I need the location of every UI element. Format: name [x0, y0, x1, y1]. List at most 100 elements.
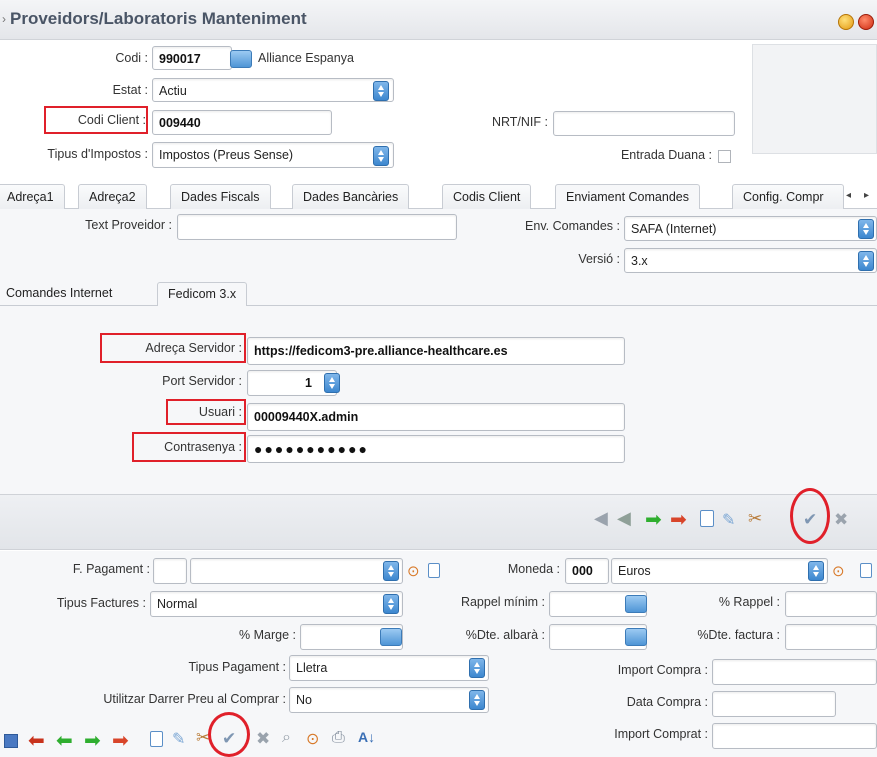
tipus-pagament-arrow-icon[interactable]: [469, 658, 485, 678]
tab-scroll-left-icon[interactable]: ◂: [846, 190, 851, 201]
estat-label: Estat :: [112, 83, 148, 97]
bottom-last-icon[interactable]: ➡: [112, 728, 129, 753]
contrasenya-label: Contrasenya :: [164, 440, 242, 454]
cancel-x-icon[interactable]: ✖: [834, 510, 848, 530]
tab-adreca1[interactable]: Adreça1: [0, 184, 65, 210]
import-compra-field[interactable]: [712, 659, 877, 685]
f-pagament-select[interactable]: [190, 558, 403, 584]
subtab-fedicom[interactable]: Fedicom 3.x: [157, 282, 248, 306]
adreca-servidor-label: Adreça Servidor :: [145, 341, 242, 355]
codi-lookup-button[interactable]: [230, 50, 252, 68]
pct-rappel-field[interactable]: [785, 591, 877, 617]
import-comprat-field[interactable]: [712, 723, 877, 749]
dte-albara-label: %Dte. albarà :: [465, 628, 545, 642]
rappel-minim-label: Rappel mínim :: [460, 595, 545, 609]
first-record-icon[interactable]: ◀: [594, 508, 608, 529]
tab-adreca2[interactable]: Adreça2: [78, 184, 147, 210]
versio-select[interactable]: 3.x: [624, 248, 877, 273]
bottom-search-icon[interactable]: ⌕: [282, 729, 291, 747]
tipus-factures-label: Tipus Factures :: [56, 596, 146, 610]
pct-rappel-label: % Rappel :: [718, 595, 780, 609]
pct-marge-button[interactable]: [380, 628, 402, 646]
usuari-label: Usuari :: [198, 405, 242, 419]
nrt-nif-label: NRT/NIF :: [491, 115, 548, 129]
f-pagament-code-field[interactable]: [153, 558, 187, 584]
close-icon[interactable]: [858, 14, 874, 30]
moneda-code-field[interactable]: 000: [565, 558, 609, 584]
adreca-servidor-field[interactable]: https://fedicom3-pre.alliance-healthcare…: [247, 337, 625, 365]
bottom-first-icon[interactable]: ⬅: [28, 728, 45, 753]
contrasenya-field[interactable]: ●●●●●●●●●●●: [247, 435, 625, 463]
dte-factura-label: %Dte. factura :: [697, 628, 780, 642]
bottom-confirm-highlight-circle: [208, 712, 250, 757]
bottom-lookup-icon[interactable]: ⊙: [306, 729, 319, 749]
edit-eraser-icon[interactable]: ✎: [722, 510, 735, 530]
versio-label: Versió :: [578, 252, 620, 266]
darrer-preu-select[interactable]: No: [289, 687, 489, 713]
tab-scroll-right-icon[interactable]: ▸: [864, 190, 869, 201]
last-record-icon[interactable]: ➡: [670, 507, 687, 532]
port-servidor-stepper-icon[interactable]: [324, 373, 340, 393]
codi-name: Alliance Espanya: [258, 51, 354, 65]
tipus-impostos-select[interactable]: Impostos (Preus Sense): [152, 142, 394, 168]
env-comandes-select[interactable]: SAFA (Internet): [624, 216, 877, 241]
bottom-edit-icon[interactable]: ✎: [172, 729, 185, 749]
usuari-field[interactable]: 00009440X.admin: [247, 403, 625, 431]
f-pagament-arrow-icon[interactable]: [383, 561, 399, 581]
codi-client-field[interactable]: 009440: [152, 110, 332, 135]
bottom-new-icon[interactable]: [150, 731, 163, 747]
next-record-icon[interactable]: ➡: [645, 507, 662, 532]
dte-factura-field[interactable]: [785, 624, 877, 650]
pct-marge-label: % Marge :: [239, 628, 296, 642]
text-proveidor-field[interactable]: [177, 214, 457, 240]
window-icon: ›: [2, 12, 6, 26]
tipus-pagament-select[interactable]: Lletra: [289, 655, 489, 681]
tab-config-compra[interactable]: Config. Compr: [732, 184, 844, 210]
moneda-select[interactable]: Euros: [611, 558, 828, 584]
rappel-minim-button[interactable]: [625, 595, 647, 613]
data-compra-field[interactable]: [712, 691, 836, 717]
moneda-arrow-icon[interactable]: [808, 561, 824, 581]
bottom-sort-icon[interactable]: A↓: [358, 729, 375, 745]
moneda-label: Moneda :: [507, 562, 560, 576]
moneda-search-icon[interactable]: ⊙: [832, 562, 845, 580]
entrada-duana-checkbox[interactable]: [718, 150, 731, 163]
grid-view-icon[interactable]: [4, 734, 18, 748]
codi-label: Codi :: [115, 51, 148, 65]
bottom-next-icon[interactable]: ➡: [84, 728, 101, 753]
subtab-comandes-internet[interactable]: Comandes Internet: [6, 286, 112, 300]
new-document-icon[interactable]: [700, 510, 714, 527]
port-servidor-label: Port Servidor :: [162, 374, 242, 388]
tipus-factures-select[interactable]: Normal: [150, 591, 403, 617]
cut-scissors-icon[interactable]: ✂: [748, 509, 762, 529]
bottom-print-icon[interactable]: ⎙: [332, 729, 345, 747]
import-comprat-label: Import Comprat :: [614, 727, 708, 741]
logo-image-placeholder: [752, 44, 877, 154]
estat-select[interactable]: Actiu: [152, 78, 394, 102]
env-comandes-arrow-icon[interactable]: [858, 219, 874, 239]
tipus-impostos-arrow-icon[interactable]: [373, 146, 389, 166]
prev-record-icon[interactable]: ◀: [617, 508, 631, 529]
darrer-preu-arrow-icon[interactable]: [469, 690, 485, 710]
confirm-highlight-circle: [790, 488, 830, 544]
tab-dades-bancaries[interactable]: Dades Bancàries: [292, 184, 410, 210]
data-compra-label: Data Compra :: [626, 695, 708, 709]
dte-albara-button[interactable]: [625, 628, 647, 646]
codi-field[interactable]: 990017: [152, 46, 232, 70]
text-proveidor-label: Text Proveidor :: [85, 218, 172, 232]
f-pagament-new-icon[interactable]: [428, 563, 440, 578]
versio-arrow-icon[interactable]: [858, 251, 874, 271]
bottom-prev-icon[interactable]: ⬅: [56, 728, 73, 753]
minimize-icon[interactable]: [838, 14, 854, 30]
nrt-nif-field[interactable]: [553, 111, 735, 136]
f-pagament-search-icon[interactable]: ⊙: [407, 562, 420, 580]
moneda-new-icon[interactable]: [860, 563, 872, 578]
env-comandes-label: Env. Comandes :: [525, 219, 620, 233]
tab-codis-client[interactable]: Codis Client: [442, 184, 532, 210]
tab-enviament-comandes[interactable]: Enviament Comandes: [555, 184, 700, 210]
tipus-factures-arrow-icon[interactable]: [383, 594, 399, 614]
estat-select-arrow-icon[interactable]: [373, 81, 389, 101]
entrada-duana-label: Entrada Duana :: [620, 148, 712, 162]
tab-dades-fiscals[interactable]: Dades Fiscals: [170, 184, 271, 210]
bottom-cancel-icon[interactable]: ✖: [256, 729, 270, 749]
